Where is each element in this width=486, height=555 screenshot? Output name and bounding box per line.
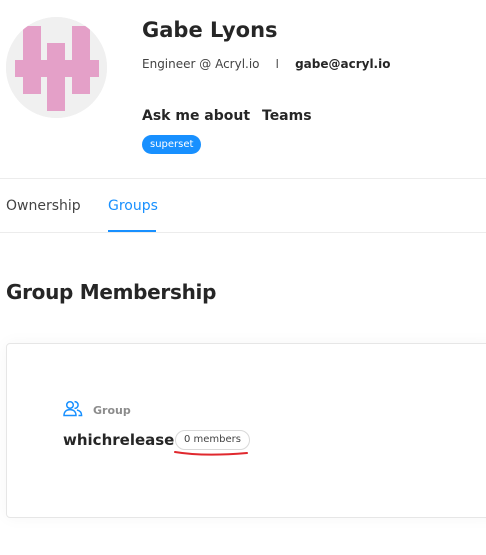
entity-type: Group [63,399,131,421]
ask-me-about-label: Ask me about [142,108,251,124]
tab-ownership[interactable]: Ownership [6,198,81,214]
teams-label: Teams [262,108,312,124]
profile-title: Engineer @ Acryl.io [142,57,260,71]
tab-groups[interactable]: Groups [108,198,158,214]
users-icon [63,399,83,421]
identicon-image [6,17,107,118]
profile-email[interactable]: gabe@acryl.io [295,57,390,71]
tag-superset[interactable]: superset [142,135,202,154]
profile-name: Gabe Lyons [142,18,278,42]
profile-meta: Engineer @ Acryl.io I gabe@acryl.io [142,57,390,71]
entity-type-label: Group [93,403,131,417]
section-title: Group Membership [6,280,217,304]
divider [0,232,486,233]
members-count-badge: 0 members [175,430,250,450]
red-underline-annotation [174,451,248,456]
group-name-link[interactable]: whichrelease [63,431,174,449]
divider [0,178,486,179]
avatar [6,17,107,118]
meta-separator: I [275,57,280,71]
